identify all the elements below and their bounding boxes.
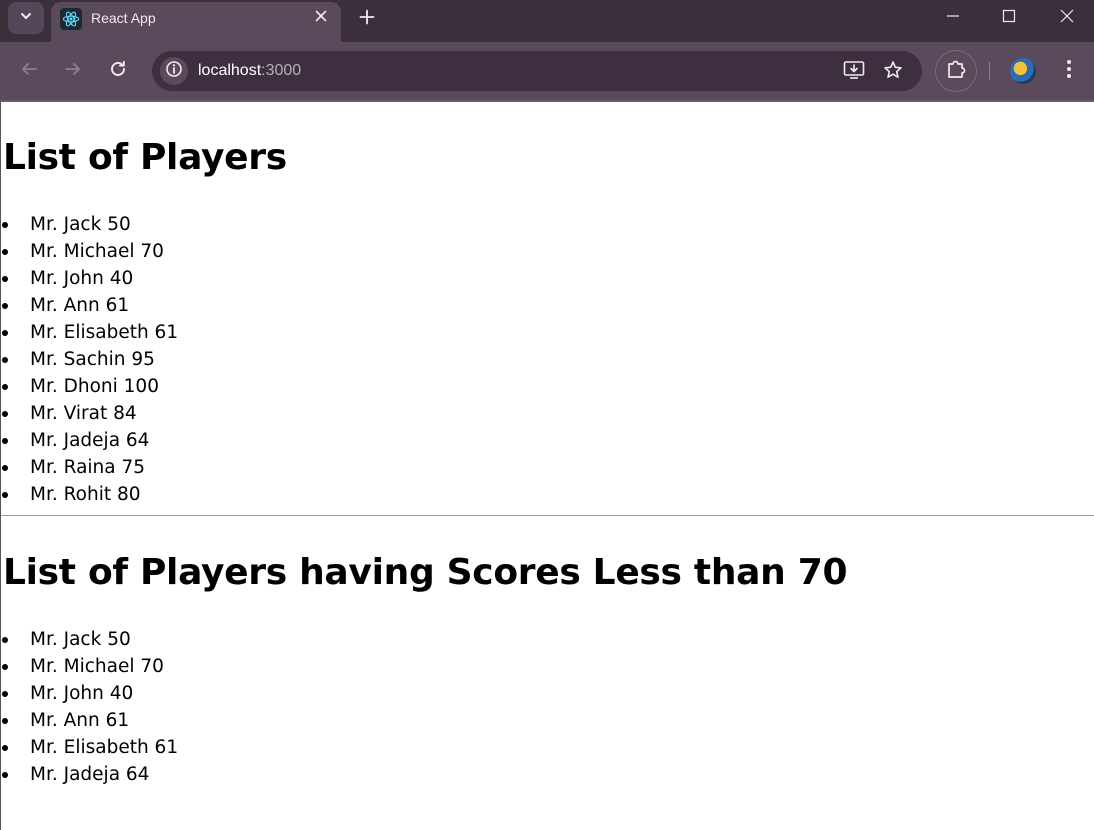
tab-close-button[interactable] [311,8,331,28]
browser-toolbar: localhost:3000 [0,42,1094,100]
forward-button[interactable] [58,56,88,86]
page-content: List of Players Mr. Jack 50 Mr. Michael 7… [0,102,1094,830]
heading-all-players: List of Players [3,137,287,178]
minimize-button[interactable] [933,4,973,32]
extensions-button[interactable] [935,50,977,92]
list-item: Mr. Jack 50 [1,626,178,653]
reload-button[interactable] [103,56,133,86]
bookmark-button[interactable] [881,60,905,84]
address-bar[interactable]: localhost:3000 [152,51,922,91]
browser-tab[interactable]: React App [51,2,341,42]
list-item: Mr. John 40 [1,265,178,292]
list-item: Mr. John 40 [1,680,178,707]
arrow-right-icon [64,60,82,83]
maximize-button[interactable] [989,4,1029,32]
more-vertical-icon [1066,59,1072,84]
url-text: localhost:3000 [198,62,301,80]
list-item: Mr. Jadeja 64 [1,761,178,788]
reload-icon [109,60,127,83]
maximize-icon [1002,9,1016,28]
install-icon [843,60,865,85]
close-icon [1060,9,1074,28]
list-item: Mr. Michael 70 [1,238,178,265]
list-item: Mr. Sachin 95 [1,346,178,373]
star-icon [883,60,903,85]
list-item: Mr. Dhoni 100 [1,373,178,400]
list-item: Mr. Michael 70 [1,653,178,680]
puzzle-icon [945,58,967,85]
close-icon [315,9,327,27]
plus-icon [359,9,375,30]
browser-tab-bar: React App [0,0,1094,42]
section-divider [1,515,1094,516]
list-item: Mr. Jadeja 64 [1,427,178,454]
minimize-icon [946,9,960,28]
window-close-button[interactable] [1047,4,1087,32]
url-port: :3000 [261,62,302,79]
list-item: Mr. Elisabeth 61 [1,734,178,761]
react-logo-icon [60,8,82,30]
tab-title: React App [91,10,156,26]
back-button[interactable] [14,56,44,86]
list-item: Mr. Rohit 80 [1,481,178,508]
players-list-all: Mr. Jack 50 Mr. Michael 70 Mr. John 40 Mr. … [1,211,178,508]
profile-avatar[interactable] [1010,58,1036,84]
tab-search-button[interactable] [8,2,44,34]
toolbar-divider [989,62,990,80]
chevron-down-icon [19,9,33,28]
list-item: Mr. Ann 61 [1,707,178,734]
list-item: Mr. Ann 61 [1,292,178,319]
list-item: Mr. Jack 50 [1,211,178,238]
site-info-button[interactable] [160,57,188,85]
list-item: Mr. Raina 75 [1,454,178,481]
heading-filtered-players: List of Players having Scores Less than … [3,552,848,593]
arrow-left-icon [20,60,38,83]
info-icon [165,60,183,83]
browser-menu-button[interactable] [1055,56,1083,86]
list-item: Mr. Elisabeth 61 [1,319,178,346]
players-list-filtered: Mr. Jack 50 Mr. Michael 70 Mr. John 40 Mr. … [1,626,178,788]
new-tab-button[interactable] [354,6,380,32]
list-item: Mr. Virat 84 [1,400,178,427]
url-host: localhost [198,62,262,79]
install-app-button[interactable] [842,60,866,84]
